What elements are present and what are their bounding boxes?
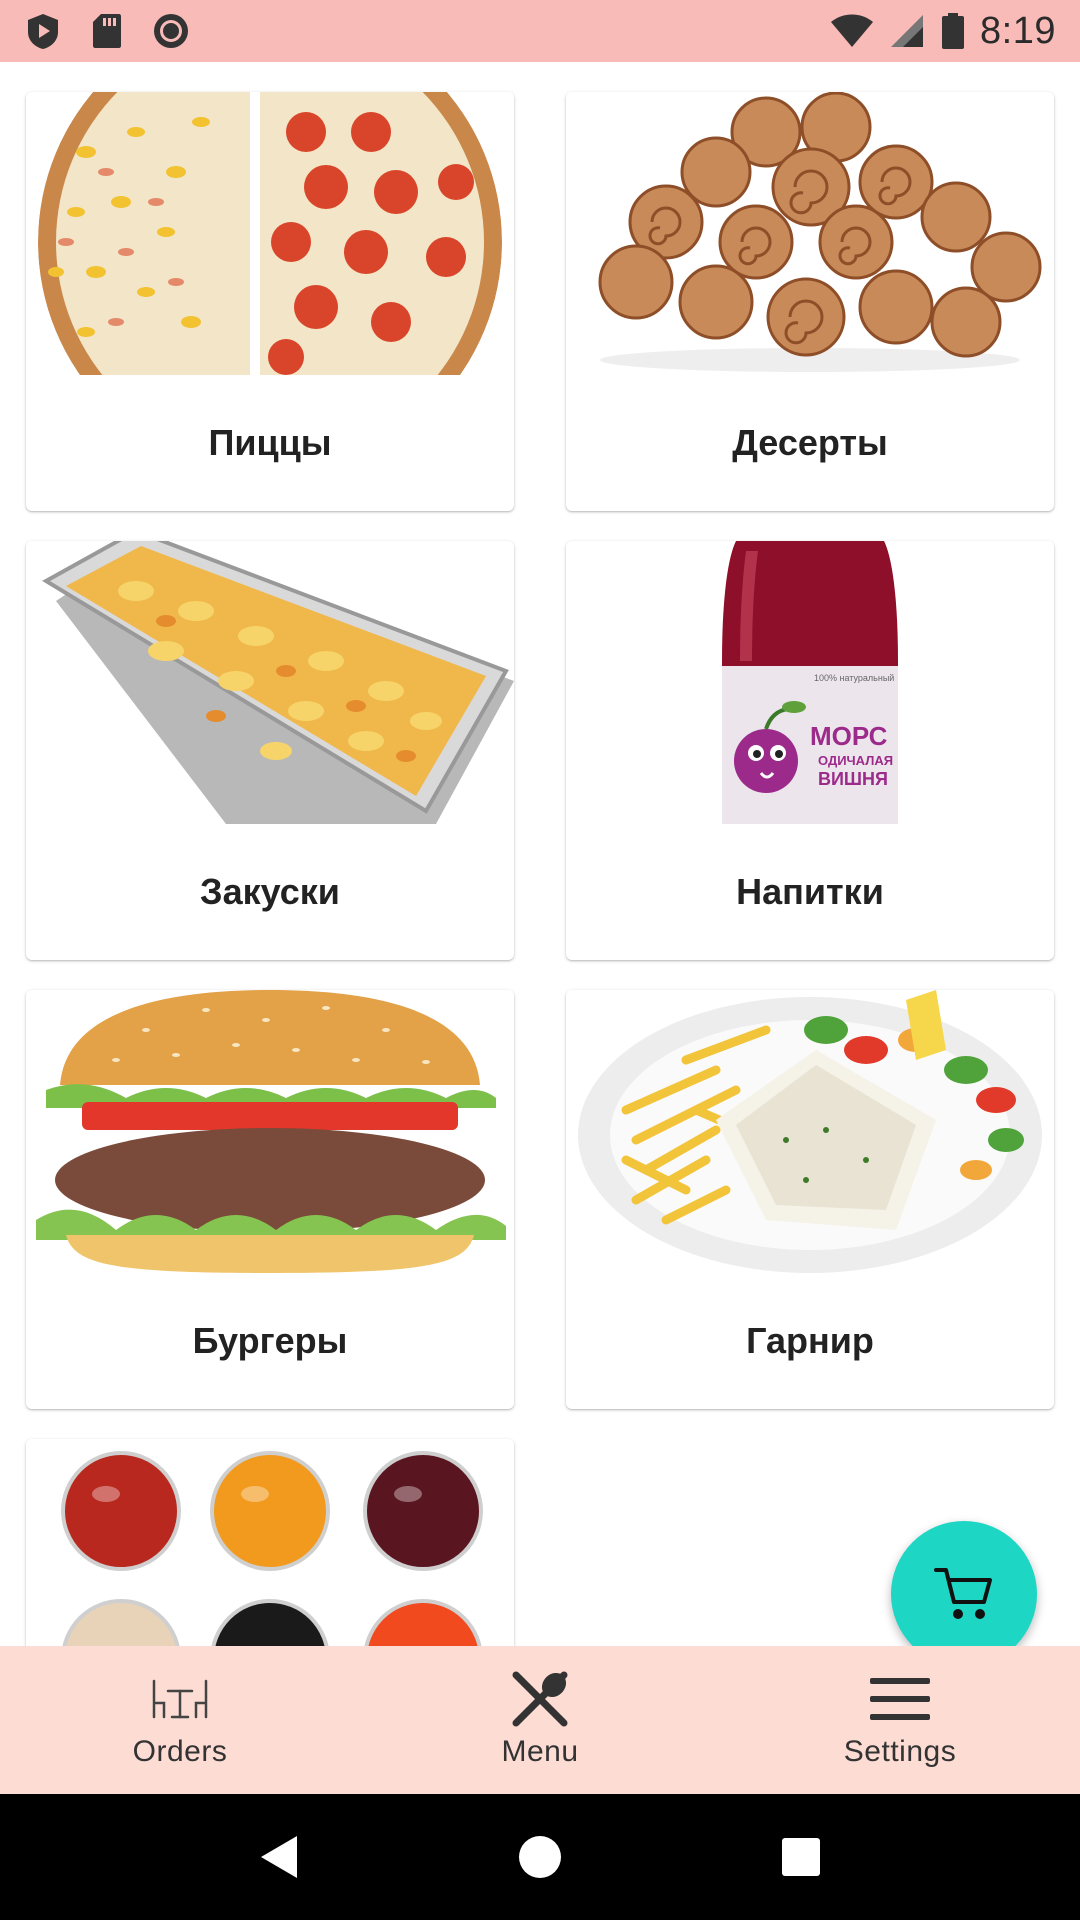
drink-label-flavor-2: ВИШНЯ (818, 769, 888, 789)
category-label: Бургеры (192, 1320, 348, 1361)
record-icon (152, 12, 190, 50)
pizza-image (26, 92, 514, 375)
bottom-navigation: Orders Menu Settings (0, 1646, 1080, 1794)
fork-knife-icon (508, 1671, 572, 1727)
category-card-sauces[interactable] (26, 1439, 514, 1646)
nav-item-menu[interactable]: Menu (360, 1646, 720, 1794)
drink-bottle-image: 100% натуральный МОРС ОДИЧАЛАЯ ВИШНЯ (566, 541, 1054, 824)
menu-category-grid: Пиццы Десерты Закуски 100% натуральный М… (0, 62, 1080, 1646)
category-label: Напитки (736, 871, 884, 912)
wifi-icon (830, 12, 874, 50)
category-card-garnish[interactable]: Гарнир (566, 990, 1054, 1409)
play-shield-icon (24, 12, 62, 50)
cart-fab-button[interactable] (891, 1521, 1037, 1646)
category-card-pizza[interactable]: Пиццы (26, 92, 514, 511)
back-icon[interactable] (259, 1834, 299, 1880)
nav-item-orders[interactable]: Orders (0, 1646, 360, 1794)
nav-item-settings[interactable]: Settings (720, 1646, 1080, 1794)
cart-icon (934, 1566, 994, 1622)
category-label: Десерты (732, 422, 888, 463)
table-chairs-icon (148, 1671, 212, 1727)
category-label: Гарнир (746, 1320, 874, 1361)
pasta-tray-image (26, 541, 514, 824)
battery-icon (940, 12, 966, 50)
category-label: Пиццы (208, 422, 332, 463)
cell-signal-icon (888, 12, 926, 50)
burger-image (26, 990, 514, 1273)
nav-label-menu: Menu (501, 1735, 579, 1768)
system-navigation-bar (0, 1794, 1080, 1920)
category-label: Закуски (200, 871, 340, 912)
hamburger-menu-icon (868, 1671, 932, 1727)
fish-fries-plate-image (566, 990, 1054, 1273)
drink-label-flavor-1: ОДИЧАЛАЯ (818, 753, 894, 768)
home-icon[interactable] (518, 1835, 562, 1879)
category-card-snacks[interactable]: Закуски (26, 541, 514, 960)
sd-card-icon (88, 12, 126, 50)
drink-label-brand: МОРС (810, 721, 888, 751)
category-card-desserts[interactable]: Десерты (566, 92, 1054, 511)
nav-label-orders: Orders (132, 1735, 228, 1768)
cinnamon-rolls-image (566, 92, 1054, 375)
clock: 8:19 (980, 9, 1056, 52)
category-card-burgers[interactable]: Бургеры (26, 990, 514, 1409)
sauces-image (26, 1439, 514, 1646)
nav-label-settings: Settings (843, 1735, 957, 1768)
recents-icon[interactable] (781, 1837, 821, 1877)
drink-label-brand-small: 100% натуральный (814, 673, 895, 683)
status-bar: 8:19 (0, 0, 1080, 62)
category-card-drinks[interactable]: 100% натуральный МОРС ОДИЧАЛАЯ ВИШНЯ Нап… (566, 541, 1054, 960)
